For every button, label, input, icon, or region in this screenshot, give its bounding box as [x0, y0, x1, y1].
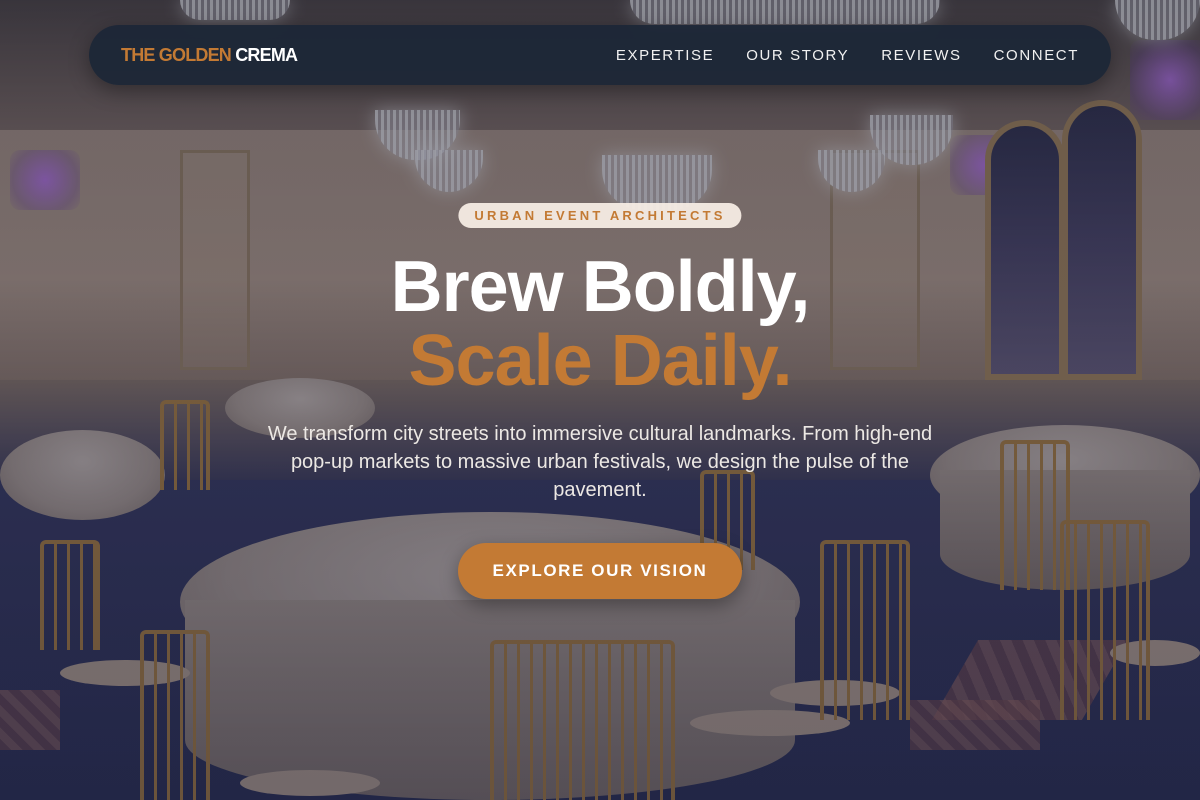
- brand-logo[interactable]: THE GOLDEN CREMA: [121, 44, 298, 66]
- hero-description: We transform city streets into immersive…: [267, 423, 933, 501]
- nav-link-connect[interactable]: CONNECT: [994, 47, 1079, 64]
- nav-link-our-story[interactable]: OUR STORY: [746, 47, 849, 64]
- explore-vision-button[interactable]: EXPLORE OUR VISION: [458, 543, 742, 599]
- nav-link-reviews[interactable]: REVIEWS: [881, 47, 961, 64]
- nav-link-expertise[interactable]: EXPERTISE: [616, 47, 714, 64]
- hero-badge: URBAN EVENT ARCHITECTS: [458, 203, 742, 228]
- hero-headline: Brew Boldly, Scale Daily.: [0, 250, 1200, 398]
- nav-links: EXPERTISE OUR STORY REVIEWS CONNECT: [616, 47, 1079, 64]
- headline-line-1: Brew Boldly,: [390, 247, 811, 327]
- headline-line-2: Scale Daily.: [408, 321, 793, 401]
- brand-name-accent: THE GOLDEN: [121, 44, 232, 65]
- brand-name-rest: CREMA: [235, 44, 298, 65]
- navbar: THE GOLDEN CREMA EXPERTISE OUR STORY REV…: [89, 25, 1111, 85]
